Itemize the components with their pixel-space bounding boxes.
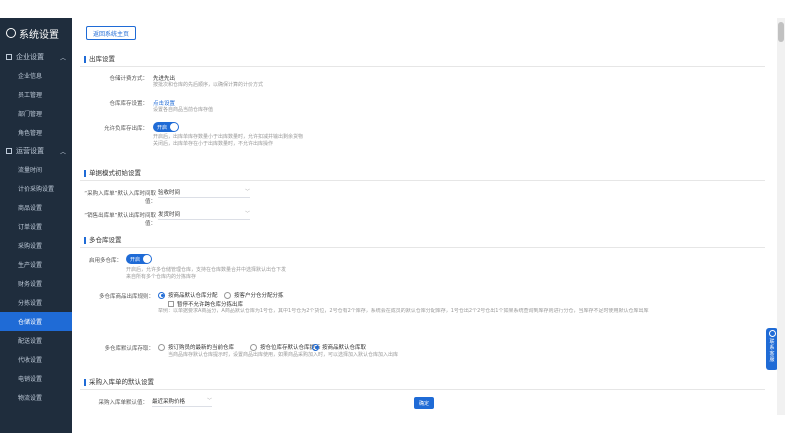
radio-icon	[250, 343, 257, 351]
outbound-rule-label: 多仓库商品出库规则：	[98, 294, 154, 300]
radio-icon	[224, 291, 231, 299]
radio-label: 按订购员的最新的当前仓库	[168, 345, 235, 351]
sidebar-item-flow-time[interactable]: 流量时间	[0, 160, 72, 179]
sidebar-item-production[interactable]: 生产设置	[0, 255, 72, 274]
widget-text: 服	[769, 357, 775, 363]
sidebar-group-label: 企业设置	[16, 53, 44, 61]
select-value: 最近采购价格	[152, 398, 186, 405]
purchase-inbound-time-select[interactable]: 验收时间 ﹀	[158, 186, 250, 198]
radio-label: 按商品默认仓库取	[322, 345, 367, 351]
multi-warehouse-toggle[interactable]: 开启	[126, 254, 152, 264]
divider	[80, 247, 765, 248]
chevron-down-icon: ﹀	[206, 398, 212, 404]
scrollbar-thumb[interactable]	[778, 22, 784, 42]
negative-stock-desc-1: 开启后，出库单库存数量小于出库数量时，允许扣减并输出剩余货物	[153, 134, 304, 140]
sidebar-item-roles[interactable]: 角色管理	[0, 123, 72, 142]
section-title-doc-mode: 单据模式初始设置	[84, 170, 141, 177]
stock-setting-label: 仓库库存设置：	[109, 101, 148, 107]
negative-stock-toggle[interactable]: 开启	[153, 122, 179, 132]
sidebar-item-logistics[interactable]: 物流设置	[0, 388, 72, 407]
settings-page: 系统设置 企业设置 ︿ 企业信息 员工管理 部门管理 角色管理 运营设置 ︿ 流…	[0, 0, 785, 433]
chevron-up-icon: ︿	[59, 54, 66, 62]
outbound-rule-option-default[interactable]: 按商品默认仓库分配	[158, 291, 218, 299]
default-stock-label: 多仓库默认库存取：	[104, 346, 154, 352]
company-icon	[6, 54, 12, 60]
chevron-down-icon: ﹀	[244, 189, 250, 195]
negative-stock-desc-2: 关闭后，出库单存在小于出库数量时，不允许出库操作	[153, 141, 274, 147]
default-stock-option-product[interactable]: 按商品默认仓库取	[312, 343, 366, 351]
multi-warehouse-label: 启用多仓库：	[88, 258, 122, 264]
sidebar-title: 系统设置	[0, 18, 72, 48]
section-title-purchase-inbound: 采购入库单的默认设置	[84, 379, 154, 386]
stock-setting-desc: 设置各自商品当前仓库存值	[153, 107, 214, 113]
sidebar-item-warehouse[interactable]: 仓储设置	[0, 312, 72, 331]
cross-warehouse-checkbox[interactable]: 暂停不允许跨仓库分拣出库	[168, 300, 243, 308]
chevron-down-icon: ﹀	[244, 211, 250, 217]
multi-warehouse-desc-2: 来自所有多个仓库内的分拣库存	[126, 274, 197, 280]
toggle-label: 开启	[157, 124, 168, 131]
main-scrollbar[interactable]	[777, 18, 785, 415]
sidebar-group-company[interactable]: 企业设置 ︿	[0, 48, 72, 66]
sidebar-item-staff[interactable]: 员工管理	[0, 85, 72, 104]
section-title-multi-warehouse: 多仓库设置	[84, 237, 122, 244]
default-stock-desc: 当商品库存默认仓库提示时，设置商品出库使用，如果商品采购加入时，可以选择加入默认…	[168, 352, 399, 358]
toggle-knob	[170, 123, 178, 131]
radio-selected-icon	[158, 291, 165, 299]
sidebar-item-delivery[interactable]: 配送设置	[0, 331, 72, 350]
costing-method-value: 先进先出	[153, 76, 176, 82]
checkbox-icon	[168, 301, 174, 307]
costing-method-desc: 按批次和仓库的先后顺序，以确保计算的计价方式	[153, 82, 264, 88]
purchase-inbound-default-select[interactable]: 最近采购价格 ﹀	[152, 395, 212, 407]
chevron-up-icon: ︿	[59, 148, 66, 156]
radio-icon	[158, 343, 165, 351]
negative-stock-label: 允许负库存出库：	[103, 126, 148, 132]
sidebar-item-sorting[interactable]: 分拣设置	[0, 293, 72, 312]
sidebar-item-pricing[interactable]: 计价采购设置	[0, 179, 72, 198]
radio-label: 按客户分仓分配分拣	[234, 293, 284, 299]
sidebar-group-operations[interactable]: 运营设置 ︿	[0, 142, 72, 160]
gear-icon	[6, 28, 16, 38]
sidebar-item-departments[interactable]: 部门管理	[0, 104, 72, 123]
costing-method-label: 仓储计费方式：	[109, 76, 148, 82]
section-title-outbound: 出库设置	[84, 56, 115, 63]
sidebar-title-label: 系统设置	[19, 29, 59, 41]
sales-outbound-time-label: “销售出库单”默认出库时间取值：	[84, 213, 156, 227]
divider	[80, 180, 765, 181]
purchase-inbound-default-label: 采购入库单默认值：	[98, 400, 148, 406]
stock-setting-link[interactable]: 点击设置	[153, 99, 175, 107]
sales-outbound-time-select[interactable]: 发货时间 ﹀	[158, 208, 250, 220]
back-home-button[interactable]: 返回系统主页	[86, 26, 137, 40]
select-value: 发货时间	[158, 211, 181, 218]
main-content: 返回系统主页 出库设置 仓储计费方式： 先进先出 按批次和仓库的先后顺序，以确保…	[72, 18, 777, 433]
divider	[80, 66, 765, 67]
toggle-label: 开启	[130, 256, 141, 263]
support-icon	[768, 330, 776, 337]
multi-warehouse-desc-1: 开启后，允许多仓储管理仓库，支持在仓库数量合并中选择默认出仓下发	[126, 267, 287, 273]
radio-label: 按商品默认仓库分配	[168, 293, 218, 299]
outbound-rule-option-customer[interactable]: 按客户分仓分配分拣	[224, 291, 284, 299]
confirm-button[interactable]: 确定	[414, 397, 434, 409]
sidebar-group-label: 运营设置	[16, 147, 44, 155]
default-stock-option-buyer[interactable]: 按订购员的最新的当前仓库	[158, 343, 234, 351]
default-stock-option-location[interactable]: 按仓位库存默认仓库提示	[250, 343, 321, 351]
purchase-inbound-time-label: “采购入库单”默认入库时间取值：	[84, 191, 156, 205]
outbound-rule-desc: 举例：以单据要求A商品分，A商品默认仓库为1号仓，其中1号仓为2个货位，2号仓有…	[158, 308, 649, 314]
sidebar-item-telesales[interactable]: 电销设置	[0, 369, 72, 388]
sidebar-item-collection[interactable]: 代收设置	[0, 350, 72, 369]
divider	[80, 389, 765, 390]
radio-selected-icon	[312, 343, 319, 351]
sidebar-item-finance[interactable]: 财务设置	[0, 274, 72, 293]
sidebar-item-purchase[interactable]: 采购设置	[0, 236, 72, 255]
sidebar: 系统设置 企业设置 ︿ 企业信息 员工管理 部门管理 角色管理 运营设置 ︿ 流…	[0, 18, 72, 433]
operations-icon	[6, 148, 12, 154]
toggle-knob	[143, 255, 151, 263]
sidebar-item-company-info[interactable]: 企业信息	[0, 66, 72, 85]
sidebar-item-orders[interactable]: 订单设置	[0, 217, 72, 236]
checkbox-label: 暂停不允许跨仓库分拣出库	[177, 302, 244, 308]
select-value: 验收时间	[158, 189, 181, 196]
sidebar-item-goods[interactable]: 商品设置	[0, 198, 72, 217]
